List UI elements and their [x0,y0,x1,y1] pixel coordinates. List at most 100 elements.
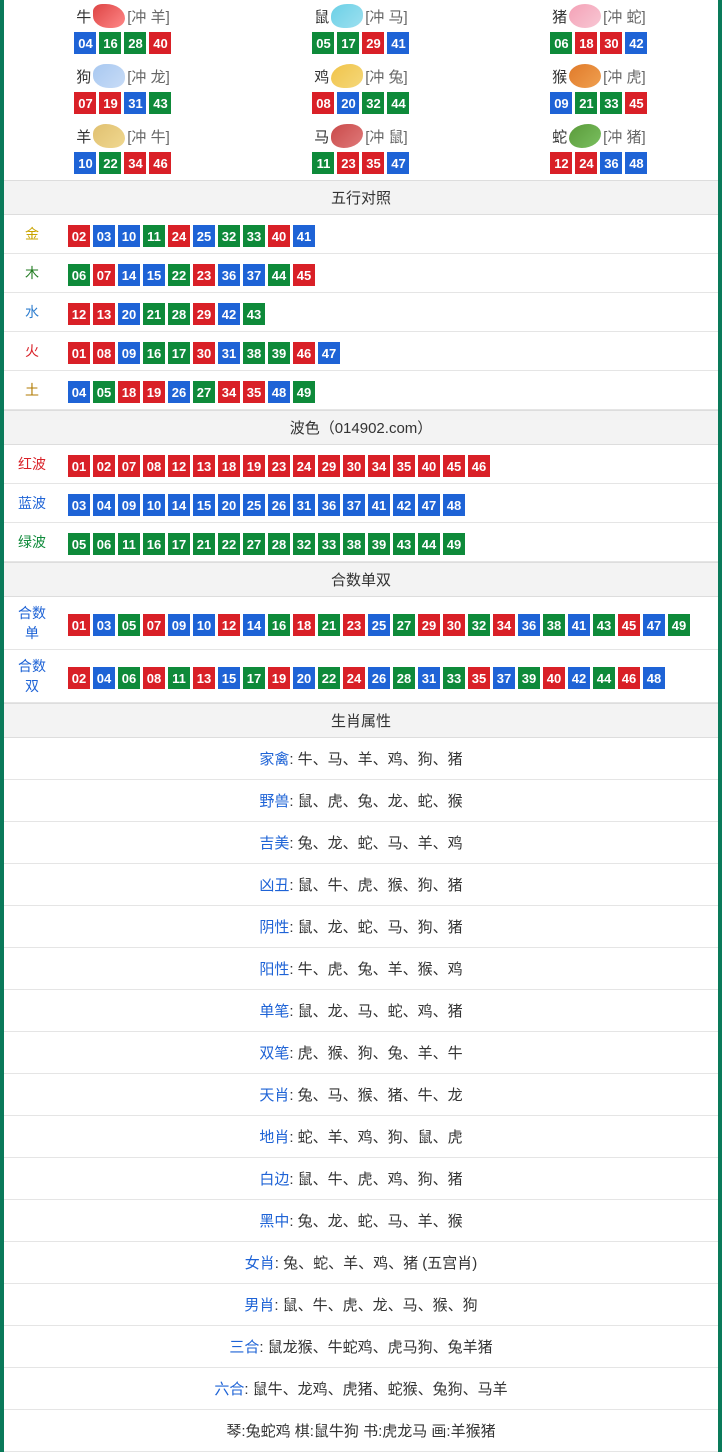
attr-label: 三合 [229,1339,259,1356]
num-chip: 24 [168,225,190,247]
zodiac-top: 鼠[冲 马] [314,4,408,28]
num-chip: 05 [93,381,115,403]
attr-row: 野兽: 鼠、虎、兔、龙、蛇、猴 [4,780,718,822]
num-row: 0108091617303138394647 [68,342,710,364]
num-chip: 03 [93,225,115,247]
zodiac-name: 蛇 [552,126,567,147]
num-chip: 12 [68,303,90,325]
num-row: 06071415222336374445 [68,264,710,286]
num-chip: 26 [368,667,390,689]
num-chip: 43 [149,92,171,114]
attr-value: 鼠、牛、虎、龙、马、猴、狗 [279,1297,478,1314]
num-row: 02031011242532334041 [68,225,710,247]
table-row: 合数双0204060811131517192022242628313335373… [4,650,718,703]
num-row: 04051819262734354849 [68,381,710,403]
num-chip: 37 [343,494,365,516]
zodiac-cell: 鸡[冲 兔]08203244 [242,60,480,120]
num-chip: 07 [143,614,165,636]
attr-label: 家禽 [259,751,289,768]
num-chip: 15 [193,494,215,516]
zodiac-clash: [冲 牛] [127,126,170,147]
attr-row: 六合: 鼠牛、龙鸡、虎猪、蛇猴、兔狗、马羊 [4,1368,718,1410]
num-chip: 16 [99,32,121,54]
num-chip: 35 [468,667,490,689]
num-chip: 31 [293,494,315,516]
num-chip: 04 [93,494,115,516]
bose-header: 波色（014902.com） [4,410,718,445]
num-chip: 34 [368,455,390,477]
attr-label: 六合 [214,1381,244,1398]
attr-label: 野兽 [259,793,289,810]
num-chip: 45 [443,455,465,477]
num-row: 0102070812131819232429303435404546 [68,455,710,477]
num-chip: 37 [243,264,265,286]
num-chip: 08 [143,455,165,477]
num-chip: 17 [337,32,359,54]
num-chip: 22 [168,264,190,286]
attrs-list: 家禽: 牛、马、羊、鸡、狗、猪野兽: 鼠、虎、兔、龙、蛇、猴吉美: 兔、龙、蛇、… [4,738,718,1410]
num-chip: 18 [118,381,140,403]
goat-icon [93,124,125,148]
num-chip: 17 [168,342,190,364]
attr-row: 阴性: 鼠、龙、蛇、马、狗、猪 [4,906,718,948]
zodiac-cell: 猪[冲 蛇]06183042 [480,0,718,60]
heshu-table: 合数单0103050709101214161821232527293032343… [4,597,718,703]
num-chip: 21 [575,92,597,114]
zodiac-name: 马 [314,126,329,147]
num-chip: 36 [318,494,340,516]
num-chip: 13 [193,455,215,477]
num-chip: 17 [243,667,265,689]
table-row: 蓝波03040910141520252631363741424748 [4,484,718,523]
num-chip: 32 [218,225,240,247]
row-label: 合数双 [4,650,60,703]
attr-label: 男肖 [244,1297,274,1314]
num-chip: 09 [118,342,140,364]
num-chip: 21 [143,303,165,325]
num-chip: 41 [368,494,390,516]
zodiac-cell: 狗[冲 龙]07193143 [4,60,242,120]
num-chip: 33 [443,667,465,689]
attr-value: 蛇、羊、鸡、狗、鼠、虎 [294,1129,463,1146]
num-chip: 20 [337,92,359,114]
attr-label: 天肖 [259,1087,289,1104]
zodiac-cell: 牛[冲 羊]04162840 [4,0,242,60]
num-chip: 18 [218,455,240,477]
row-label: 红波 [4,445,60,484]
num-chip: 08 [93,342,115,364]
attr-value: 牛、虎、兔、羊、猴、鸡 [294,961,463,978]
attr-value: 鼠牛、龙鸡、虎猪、蛇猴、兔狗、马羊 [249,1381,508,1398]
zodiac-name: 猴 [552,66,567,87]
num-chip: 18 [293,614,315,636]
attr-value: 鼠、龙、马、蛇、鸡、猪 [294,1003,463,1020]
num-chip: 04 [93,667,115,689]
num-chip: 01 [68,342,90,364]
attr-value: 兔、马、猴、猪、牛、龙 [294,1087,463,1104]
zodiac-clash: [冲 龙] [127,66,170,87]
num-chip: 14 [118,264,140,286]
num-chip: 44 [268,264,290,286]
num-chip: 20 [293,667,315,689]
zodiac-name: 牛 [76,6,91,27]
row-nums: 03040910141520252631363741424748 [60,484,718,523]
zodiac-top: 猴[冲 虎] [552,64,646,88]
num-chip: 19 [243,455,265,477]
num-chip: 40 [149,32,171,54]
attr-label: 地肖 [259,1129,289,1146]
num-chip: 33 [600,92,622,114]
zodiac-name: 鼠 [314,6,329,27]
num-chip: 47 [318,342,340,364]
attr-row: 家禽: 牛、马、羊、鸡、狗、猪 [4,738,718,780]
num-chip: 19 [99,92,121,114]
num-chip: 15 [218,667,240,689]
num-row: 0103050709101214161821232527293032343638… [68,614,710,636]
num-chip: 20 [118,303,140,325]
zodiac-grid: 牛[冲 羊]04162840鼠[冲 马]05172941猪[冲 蛇]061830… [4,0,718,180]
num-chip: 02 [68,667,90,689]
num-chip: 01 [68,455,90,477]
num-chip: 43 [393,533,415,555]
num-chip: 21 [193,533,215,555]
num-chip: 43 [593,614,615,636]
num-chip: 10 [143,494,165,516]
num-chip: 10 [193,614,215,636]
num-chip: 40 [543,667,565,689]
